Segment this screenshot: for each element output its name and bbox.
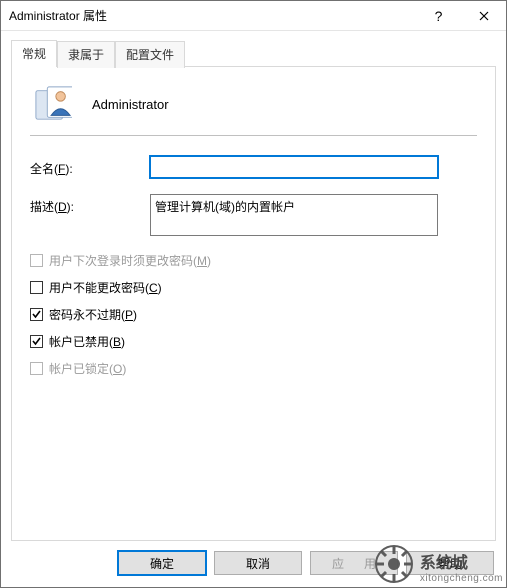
close-icon [479, 11, 489, 21]
help-button[interactable]: ? [416, 1, 461, 31]
tab-label: 隶属于 [68, 48, 104, 62]
description-row: 描述(D): 管理计算机(域)的内置帐户 [30, 194, 477, 236]
checkbox-box [30, 281, 43, 294]
checkbox-label: 帐户已锁定(O) [49, 360, 126, 377]
checkbox-locked: 帐户已锁定(O) [30, 360, 477, 377]
username-display: Administrator [92, 97, 169, 112]
checkbox-label: 帐户已禁用(B) [49, 333, 125, 350]
help-dialog-button[interactable]: 帮助 [406, 551, 494, 575]
dialog-buttons: 确定 取消 应 用 帮助 [1, 541, 506, 587]
checkbox-box [30, 362, 43, 375]
tab-label: 配置文件 [126, 48, 174, 62]
fullname-input[interactable] [150, 156, 438, 178]
tab-profile[interactable]: 配置文件 [115, 41, 185, 68]
close-button[interactable] [461, 1, 506, 31]
checkbox-box [30, 335, 43, 348]
window-title: Administrator 属性 [1, 7, 416, 24]
cancel-button[interactable]: 取消 [214, 551, 302, 575]
tab-panel-general: Administrator 全名(F): 描述(D): 管理计算机(域)的内置帐… [11, 66, 496, 541]
checkbox-disabled[interactable]: 帐户已禁用(B) [30, 333, 477, 350]
checkbox-box [30, 254, 43, 267]
header-row: Administrator [30, 85, 477, 123]
checkbox-box [30, 308, 43, 321]
tabstrip: 常规 隶属于 配置文件 [11, 39, 496, 66]
apply-button[interactable]: 应 用 [310, 551, 398, 575]
tab-label: 常规 [22, 47, 46, 61]
properties-dialog: Administrator 属性 ? 常规 隶属于 配置文件 [0, 0, 507, 588]
checkbox-never_expire[interactable]: 密码永不过期(P) [30, 306, 477, 323]
checkbox-must_change: 用户下次登录时须更改密码(M) [30, 252, 477, 269]
user-head-icon [34, 85, 72, 123]
client-area: 常规 隶属于 配置文件 Administrator 全名(F): [1, 31, 506, 541]
description-label: 描述(D): [30, 194, 150, 215]
tab-general[interactable]: 常规 [11, 40, 57, 67]
titlebar: Administrator 属性 ? [1, 1, 506, 31]
checkbox-label: 用户不能更改密码(C) [49, 279, 162, 296]
fullname-label: 全名(F): [30, 156, 150, 177]
checkbox-cannot_change[interactable]: 用户不能更改密码(C) [30, 279, 477, 296]
checkbox-label: 密码永不过期(P) [49, 306, 137, 323]
description-input[interactable]: 管理计算机(域)的内置帐户 [150, 194, 438, 236]
divider [30, 135, 477, 136]
fullname-row: 全名(F): [30, 156, 477, 178]
ok-button[interactable]: 确定 [118, 551, 206, 575]
checkbox-label: 用户下次登录时须更改密码(M) [49, 252, 211, 269]
tab-memberof[interactable]: 隶属于 [57, 41, 115, 68]
